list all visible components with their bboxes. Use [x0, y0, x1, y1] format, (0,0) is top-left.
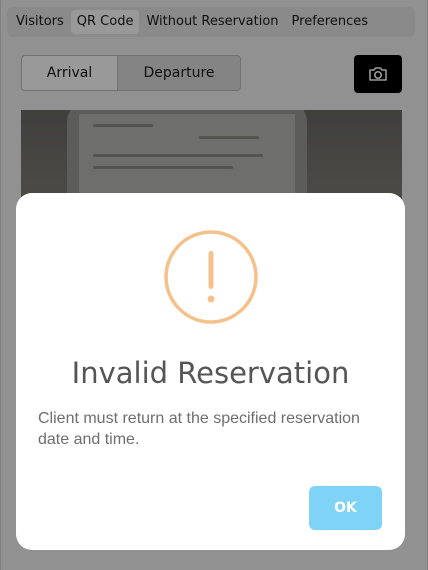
- dialog-title: Invalid Reservation: [71, 356, 350, 390]
- ok-button[interactable]: OK: [309, 486, 382, 530]
- invalid-reservation-dialog: Invalid Reservation Client must return a…: [16, 193, 405, 550]
- exclamation-circle-icon: [164, 230, 258, 324]
- dialog-message: Client must return at the specified rese…: [38, 410, 360, 448]
